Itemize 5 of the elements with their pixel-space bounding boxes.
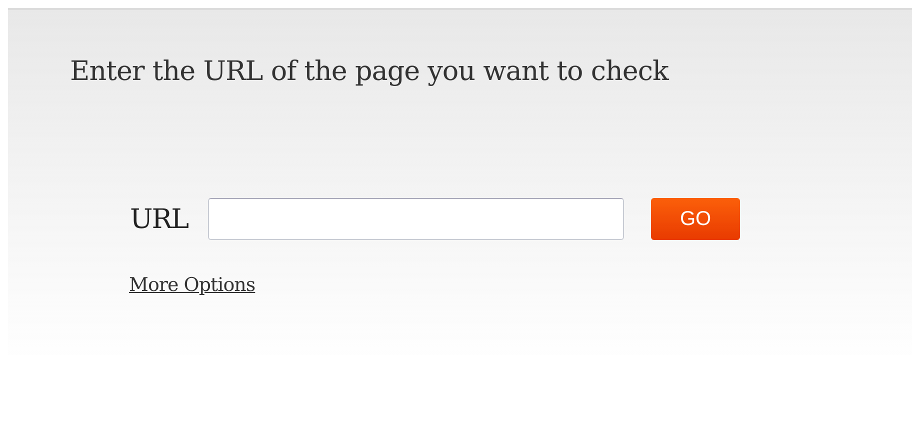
url-input-field[interactable]	[208, 198, 624, 240]
go-button[interactable]: GO	[651, 198, 740, 240]
url-label: URL	[130, 204, 188, 234]
more-options-link[interactable]: More Options	[129, 274, 256, 296]
page-heading: Enter the URL of the page you want to check	[70, 55, 670, 89]
